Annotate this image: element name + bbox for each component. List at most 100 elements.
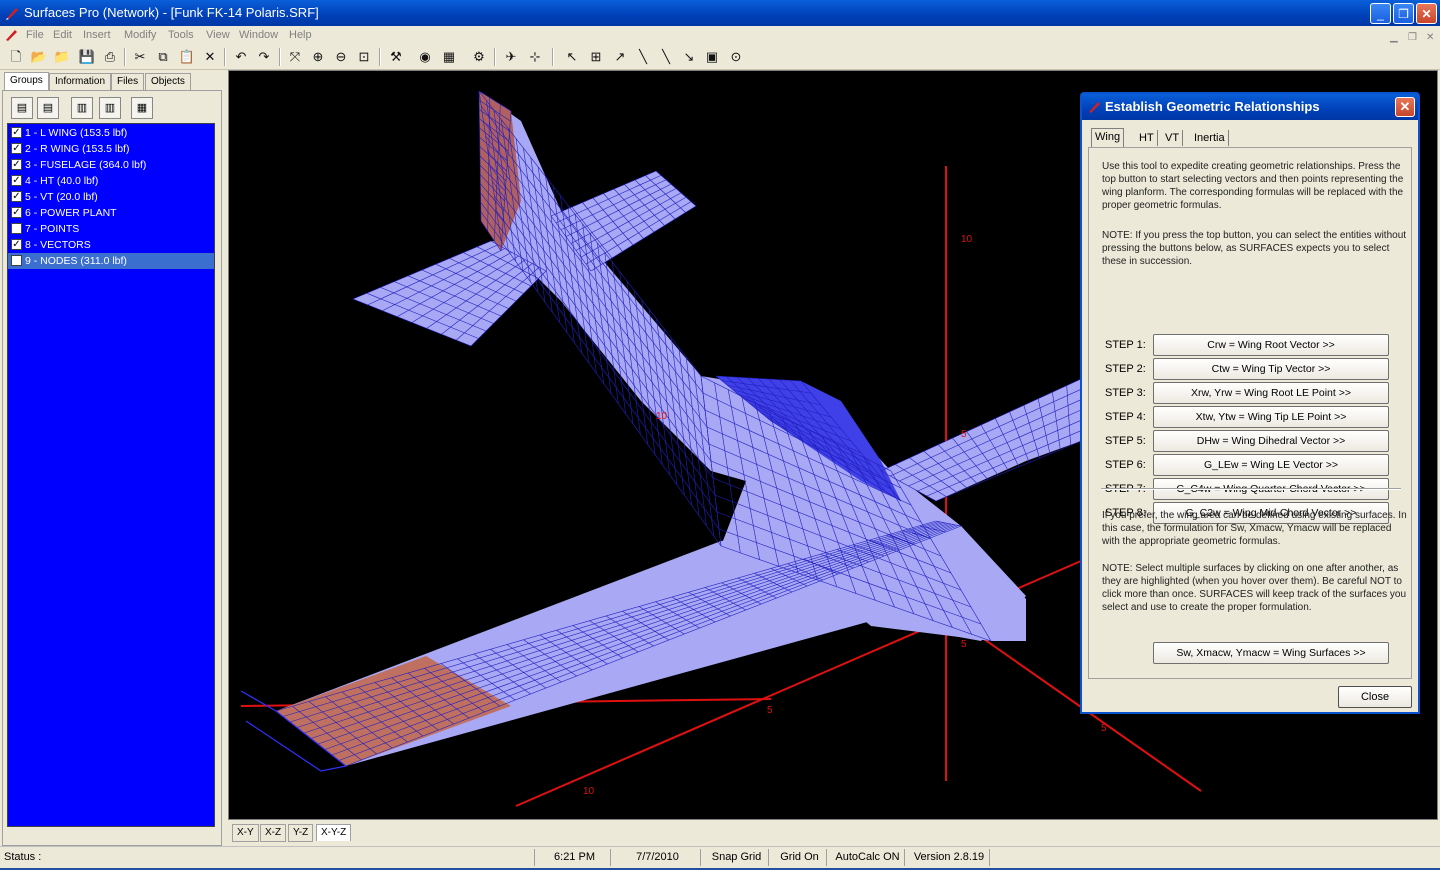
tab-view-xy[interactable]: X-Y [232,824,259,842]
dialog-close-icon[interactable]: ✕ [1395,97,1415,117]
group-visibility-checkbox[interactable]: ✓ [11,159,22,170]
restore-button[interactable]: ❐ [1393,3,1414,24]
undo-icon[interactable]: ↶ [231,47,251,67]
tab-view-xz[interactable]: X-Z [260,824,287,842]
minimize-button[interactable]: _ [1370,3,1391,24]
delete-icon[interactable]: ✕ [200,47,220,67]
dialog-titlebar: Establish Geometric Relationships ✕ [1082,94,1418,120]
wing-surfaces-button[interactable]: Sw, Xmacw, Ymacw = Wing Surfaces >> [1153,642,1389,664]
axis-tick-label: 5 [961,429,967,440]
target-icon[interactable]: ◉ [415,47,435,67]
paste-icon[interactable]: 📋 [177,47,197,67]
status-autocalc[interactable]: AutoCalc ON [826,849,904,866]
toolbar-separator [494,48,496,66]
app-logo-icon [6,8,18,20]
tab-view-xyz[interactable]: X-Y-Z [316,824,352,841]
dialog-title: Establish Geometric Relationships [1105,99,1320,114]
step-3-button[interactable]: Xrw, Yrw = Wing Root LE Point >> [1153,382,1389,404]
step-4-button[interactable]: Xtw, Ytw = Wing Tip LE Point >> [1153,406,1389,428]
group-visibility-checkbox[interactable] [11,223,22,234]
tab-groups[interactable]: Groups [4,72,49,91]
surfaces-intro-text: If you prefer, the wing area can be defi… [1102,510,1407,547]
step-1-button[interactable]: Crw = Wing Root Vector >> [1153,334,1389,356]
line-arrow-icon[interactable]: ↘ [679,47,699,67]
copy-icon[interactable]: ⧉ [153,47,173,67]
step-5-button[interactable]: DHw = Wing Dihedral Vector >> [1153,430,1389,452]
move-group-down-icon[interactable]: ▥ [99,97,121,119]
tab-files[interactable]: Files [111,73,145,90]
group-list-item[interactable]: ✓ 6 - POWER PLANT [8,205,214,221]
group-list-item[interactable]: ✓ 8 - VECTORS [8,237,214,253]
group-visibility-checkbox[interactable]: ✓ [11,127,22,138]
tools-icon[interactable]: ⚒ [386,47,406,67]
zoom-window-icon[interactable]: ⊡ [354,47,374,67]
step-6-button[interactable]: G_LEw = Wing LE Vector >> [1153,454,1389,476]
toolbar-separator [552,48,554,66]
group-list-item[interactable]: ✓ 5 - VT (20.0 lbf) [8,189,214,205]
group-list-item[interactable]: ✓ 1 - L WING (153.5 lbf) [8,125,214,141]
print-icon[interactable]: ⎙ [100,47,120,67]
group-visibility-checkbox[interactable]: ✓ [11,207,22,218]
new-file-icon[interactable]: 🗋 [6,47,26,67]
line-icon[interactable]: ╲ [633,47,653,67]
group-visibility-checkbox[interactable]: ✓ [11,239,22,250]
redo-icon[interactable]: ↷ [254,47,274,67]
menu-file[interactable]: File [26,26,44,45]
tab-information[interactable]: Information [49,73,112,90]
calculator-icon[interactable]: ▦ [439,47,459,67]
zoom-in-icon[interactable]: ⊕ [308,47,328,67]
tab-ht[interactable]: HT [1136,130,1158,146]
group-list-item[interactable]: 7 - POINTS [8,221,214,237]
group-label: 1 - L WING (153.5 lbf) [25,127,128,139]
zoom-extents-icon[interactable]: ⤧ [285,47,305,67]
line-tool-icon[interactable]: ╲ [656,47,676,67]
tab-wing[interactable]: Wing [1091,128,1125,148]
menu-view[interactable]: View [206,26,230,45]
open-recent-icon[interactable]: 📁 [52,47,72,67]
menu-help[interactable]: Help [289,26,312,45]
move-group-up-icon[interactable]: ▥ [71,97,93,119]
aircraft-icon[interactable]: ✈ [501,47,521,67]
group-visibility-checkbox[interactable]: ✓ [11,191,22,202]
group-label: 6 - POWER PLANT [25,207,117,219]
status-snap-grid[interactable]: Snap Grid [700,849,768,866]
grid-select-icon[interactable]: ⊞ [586,47,606,67]
tab-inertia[interactable]: Inertia [1191,130,1229,146]
group-visibility-checkbox[interactable]: ✓ [11,175,22,186]
menu-modify[interactable]: Modify [124,26,156,45]
close-button[interactable]: Close [1338,686,1412,708]
menu-insert[interactable]: Insert [83,26,111,45]
tab-vt[interactable]: VT [1162,130,1184,146]
remove-group-icon[interactable]: ▤ [37,97,59,119]
status-grid-on[interactable]: Grid On [768,849,826,866]
menu-window[interactable]: Window [239,26,278,45]
cut-icon[interactable]: ✂ [130,47,150,67]
save-icon[interactable]: 💾 [77,47,97,67]
group-list-item[interactable]: ✓ 2 - R WING (153.5 lbf) [8,141,214,157]
group-visibility-checkbox[interactable] [11,255,22,266]
group-properties-icon[interactable]: ▦ [131,97,153,119]
group-label: 4 - HT (40.0 lbf) [25,175,99,187]
tab-view-yz[interactable]: Y-Z [288,824,314,842]
step-2-button[interactable]: Ctw = Wing Tip Vector >> [1153,358,1389,380]
group-list-item[interactable]: ✓ 4 - HT (40.0 lbf) [8,173,214,189]
vector-icon[interactable]: ↗ [610,47,630,67]
menu-tools[interactable]: Tools [168,26,194,45]
axes-icon[interactable]: ⊹ [525,47,545,67]
node-icon[interactable]: ▣ [702,47,722,67]
group-list-item[interactable]: 9 - NODES (311.0 lbf) [8,253,214,269]
point-icon[interactable]: ⊙ [726,47,746,67]
close-window-button[interactable]: ✕ [1416,3,1437,24]
group-list-item[interactable]: ✓ 3 - FUSELAGE (364.0 lbf) [8,157,214,173]
status-date: 7/7/2010 [610,849,700,866]
open-folder-icon[interactable]: 📂 [29,47,49,67]
zoom-out-icon[interactable]: ⊖ [331,47,351,67]
tab-objects[interactable]: Objects [145,73,191,90]
axis-tick-label: 5 [767,705,773,716]
properties-icon[interactable]: ⚙ [469,47,489,67]
menu-edit[interactable]: Edit [53,26,72,45]
select-point-icon[interactable]: ↖ [562,47,582,67]
intro-text: Use this tool to expedite creating geome… [1102,161,1404,211]
group-visibility-checkbox[interactable]: ✓ [11,143,22,154]
add-group-icon[interactable]: ▤ [11,97,33,119]
